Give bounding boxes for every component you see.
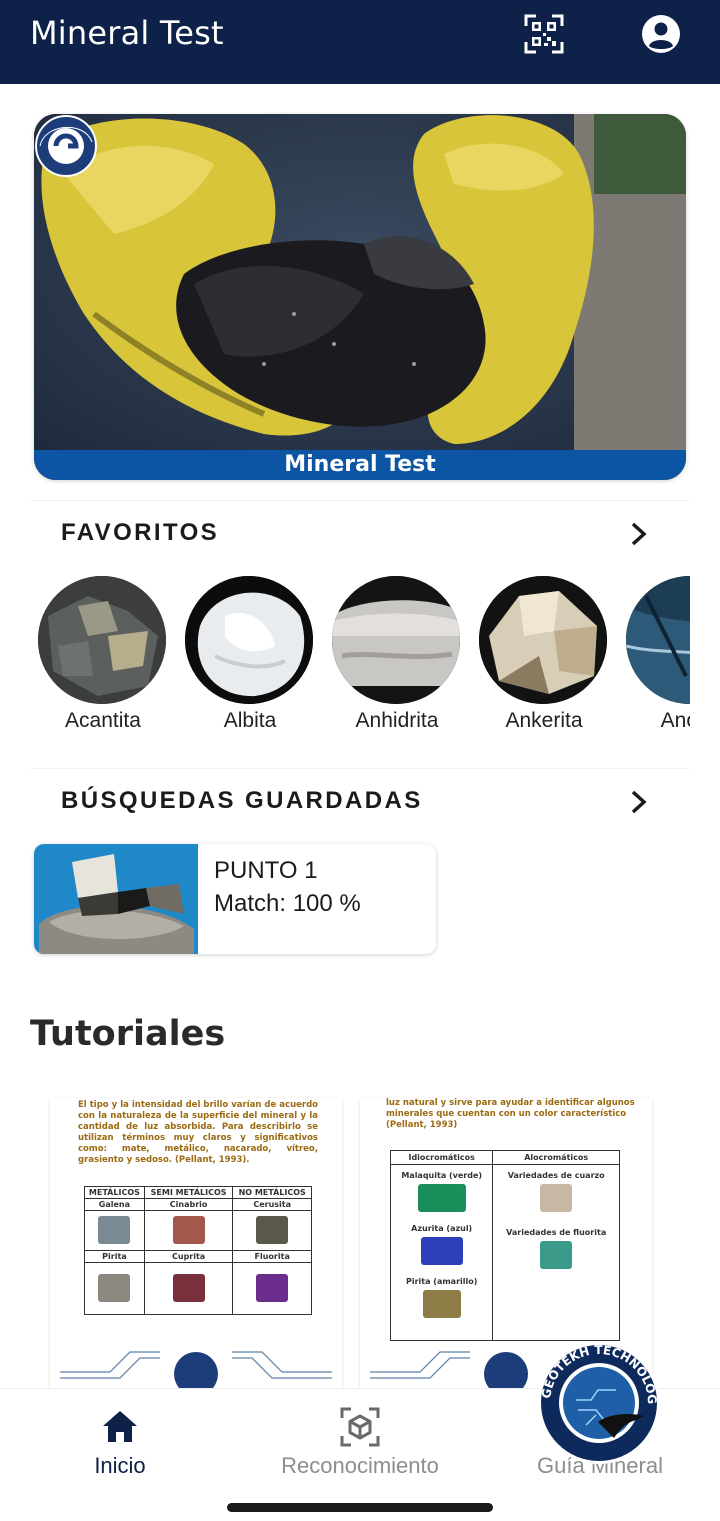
favorites-header[interactable]: FAVORITOS — [30, 500, 690, 564]
table-header: METÁLICOS — [84, 1186, 145, 1199]
table-header: Alocromáticos — [492, 1150, 620, 1165]
malaquita-thumbnail — [417, 1184, 466, 1212]
cube-scan-icon — [340, 1407, 380, 1447]
favorite-label: Anortc — [660, 709, 690, 732]
favorite-item-anortita[interactable]: Anortc — [618, 566, 690, 736]
table-header: Idiocromáticos — [389, 1150, 494, 1165]
table-cell: Pirita — [84, 1250, 145, 1263]
mineral-test-logo-icon — [35, 115, 97, 177]
table-cell: Azurita (azul) — [411, 1224, 473, 1233]
tutorial-paragraph: El tipo y la intensidad del brillo varía… — [78, 1100, 318, 1165]
table-cell: Malaquita (verde) — [401, 1171, 483, 1180]
cuprita-thumbnail — [172, 1273, 205, 1302]
favorite-item-ankerita[interactable]: Ankerita — [471, 566, 617, 736]
favorite-item-albita[interactable]: Albita — [177, 566, 323, 736]
favorite-item-anhidrita[interactable]: Anhidrita — [324, 566, 470, 736]
home-icon — [103, 1411, 137, 1442]
favorites-list: Acantita Albita Anhidrita Ankerita An — [30, 566, 690, 740]
mineral-thumbnail — [479, 576, 607, 704]
table-cell: Cuprita — [143, 1250, 234, 1263]
saved-search-match: Match: 100 % — [214, 890, 361, 917]
table-header: NO METÁLICOS — [232, 1186, 312, 1199]
pirita-thumbnail — [98, 1273, 131, 1302]
app-bar: Mineral Test — [0, 0, 720, 84]
mineral-thumbnail — [38, 576, 166, 704]
hero-image — [34, 114, 686, 480]
geotekh-badge-icon[interactable]: GEOTEKH TECHNOLOGIES — [536, 1340, 662, 1466]
table-cell: Galena — [84, 1198, 145, 1211]
saved-search-thumbnail — [34, 844, 198, 954]
galena-thumbnail — [98, 1215, 131, 1244]
home-indicator[interactable] — [227, 1503, 493, 1512]
tutorial-table: Idiocromáticos Alocromáticos Malaquita (… — [389, 1150, 620, 1341]
favorite-item-acantita[interactable]: Acantita — [30, 566, 176, 736]
fluorita-thumbnail — [540, 1241, 573, 1269]
app-title: Mineral Test — [30, 14, 224, 52]
hero-caption: Mineral Test — [34, 450, 686, 480]
chevron-right-icon[interactable] — [628, 521, 650, 547]
table-cell: Variedades de cuarzo — [507, 1171, 605, 1180]
hero-banner[interactable]: Mineral Test — [34, 114, 686, 480]
saved-search-card[interactable]: PUNTO 1 Match: 100 % — [34, 844, 436, 954]
circuit-decoration — [60, 1351, 332, 1388]
qr-code-icon[interactable] — [524, 14, 564, 54]
table-cell: Cinabrio — [143, 1198, 234, 1211]
mineral-thumbnail — [332, 576, 460, 704]
nav-reconocimiento[interactable]: Reconocimiento — [240, 1389, 480, 1489]
tutorial-paragraph: luz natural y sirve para ayudar a identi… — [386, 1098, 635, 1130]
mineral-thumbnail — [626, 576, 690, 704]
favorite-label: Albita — [223, 709, 277, 732]
saved-searches-title: BÚSQUEDAS GUARDADAS — [61, 787, 423, 814]
favorite-label: Acantita — [65, 709, 141, 732]
fluorita-thumbnail — [256, 1273, 289, 1302]
pirita-thumbnail — [422, 1290, 461, 1318]
table-cell: Fluorita — [232, 1250, 312, 1263]
favorite-label: Anhidrita — [355, 709, 439, 732]
cuarzo-thumbnail — [540, 1184, 573, 1212]
tutorial-table: METÁLICOS SEMI METÁLICOS NO METÁLICOS Ga… — [84, 1186, 312, 1315]
chevron-right-icon[interactable] — [628, 789, 650, 815]
table-cell: Cerusita — [232, 1198, 312, 1211]
azurita-thumbnail — [420, 1237, 463, 1265]
table-cell: Pirita (amarillo) — [405, 1277, 478, 1286]
cerusita-thumbnail — [256, 1215, 289, 1244]
cinabrio-thumbnail — [172, 1215, 205, 1244]
saved-searches-header[interactable]: BÚSQUEDAS GUARDADAS — [30, 768, 690, 832]
tutorials-title: Tutoriales — [30, 1014, 226, 1054]
table-cell: Variedades de fluorita — [506, 1228, 607, 1237]
favorites-title: FAVORITOS — [61, 519, 220, 546]
nav-label: Inicio — [94, 1453, 146, 1478]
nav-inicio[interactable]: Inicio — [0, 1389, 240, 1489]
saved-search-name: PUNTO 1 — [214, 857, 318, 884]
account-circle-icon[interactable] — [640, 13, 682, 55]
mineral-thumbnail — [185, 576, 313, 704]
favorite-label: Ankerita — [505, 709, 583, 732]
table-header: SEMI METÁLICOS — [143, 1186, 234, 1199]
nav-label: Reconocimiento — [281, 1453, 439, 1478]
tutorial-card-brillo[interactable]: El tipo y la intensidad del brillo varía… — [50, 1098, 342, 1388]
